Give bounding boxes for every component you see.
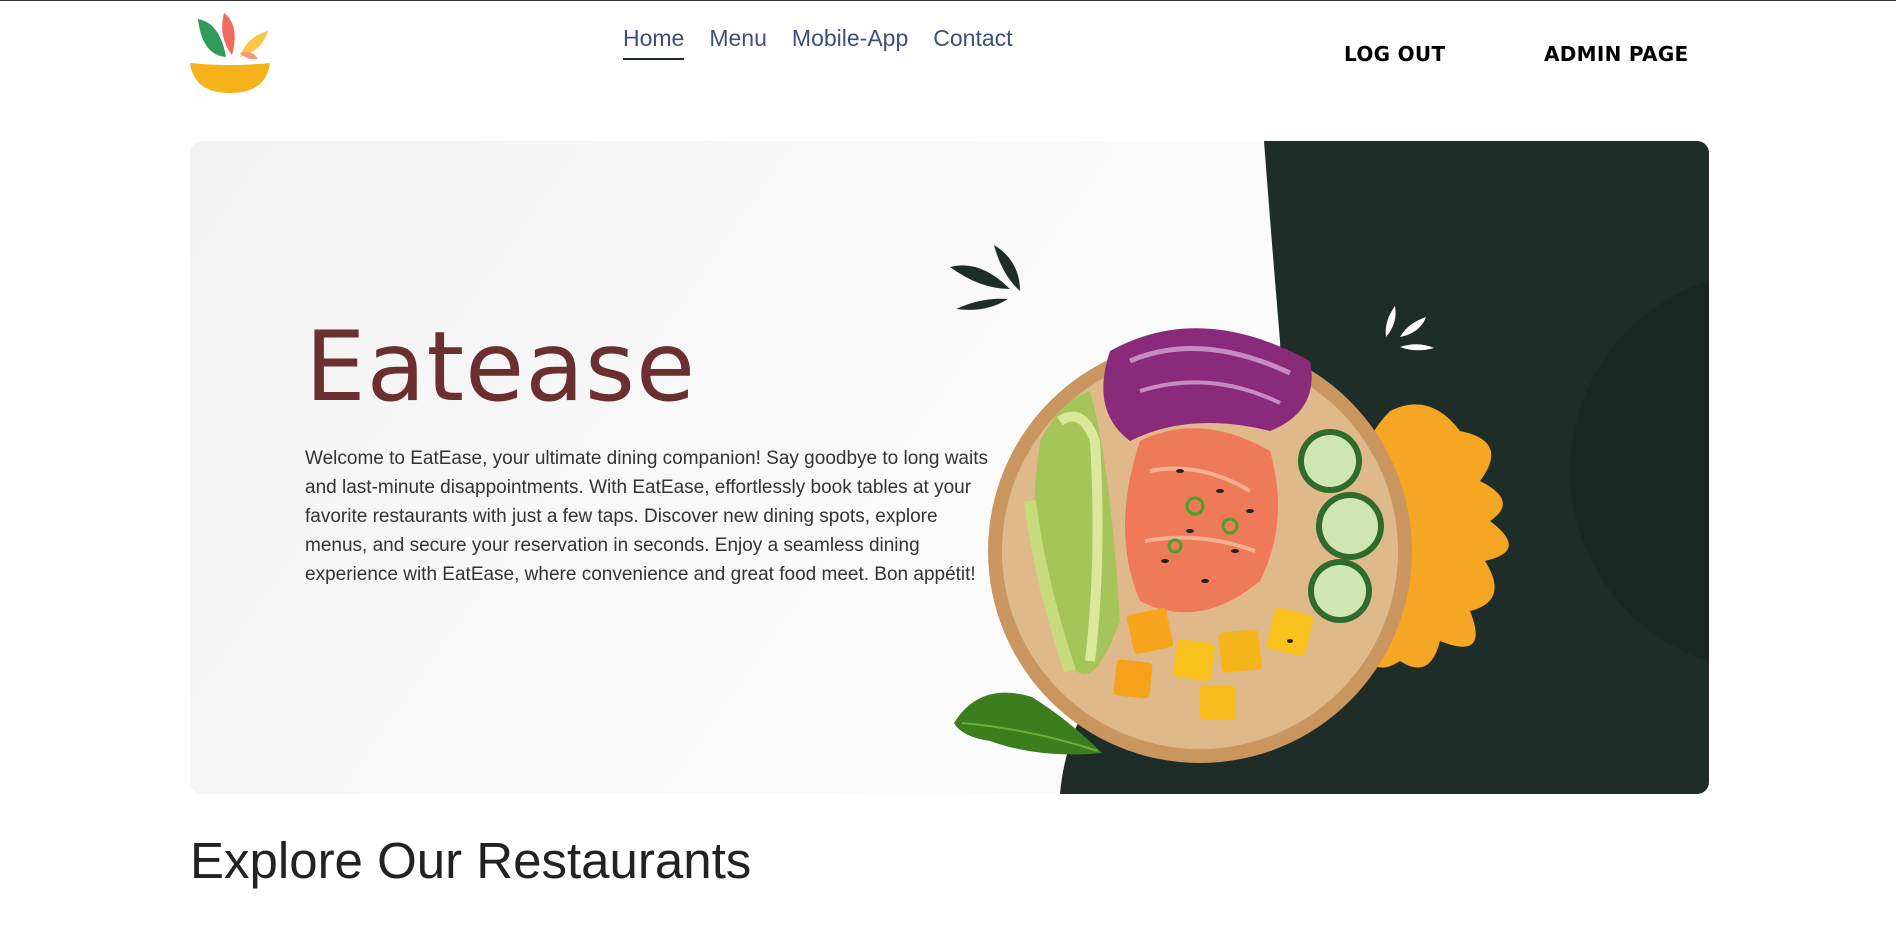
nav-menu-link[interactable]: Menu [709,25,767,60]
admin-page-button[interactable]: ADMIN PAGE [1544,42,1689,66]
hero-title: Eatease [305,311,697,423]
hero-description: Welcome to EatEase, your ultimate dining… [305,448,988,585]
logout-button[interactable]: LOG OUT [1344,42,1445,66]
nav-home-link[interactable]: Home [623,25,685,60]
explore-restaurants-heading: Explore Our Restaurants [190,832,752,889]
main-nav: Home Menu Mobile-App Contact [623,25,1013,60]
nav-contact-link[interactable]: Contact [933,25,1012,60]
bowl-leaves-logo-icon[interactable] [188,11,272,95]
hero-banner: Eatease Welcome to EatEase, your ultimat… [190,141,1709,794]
nav-mobile-app-link[interactable]: Mobile-App [792,25,908,60]
